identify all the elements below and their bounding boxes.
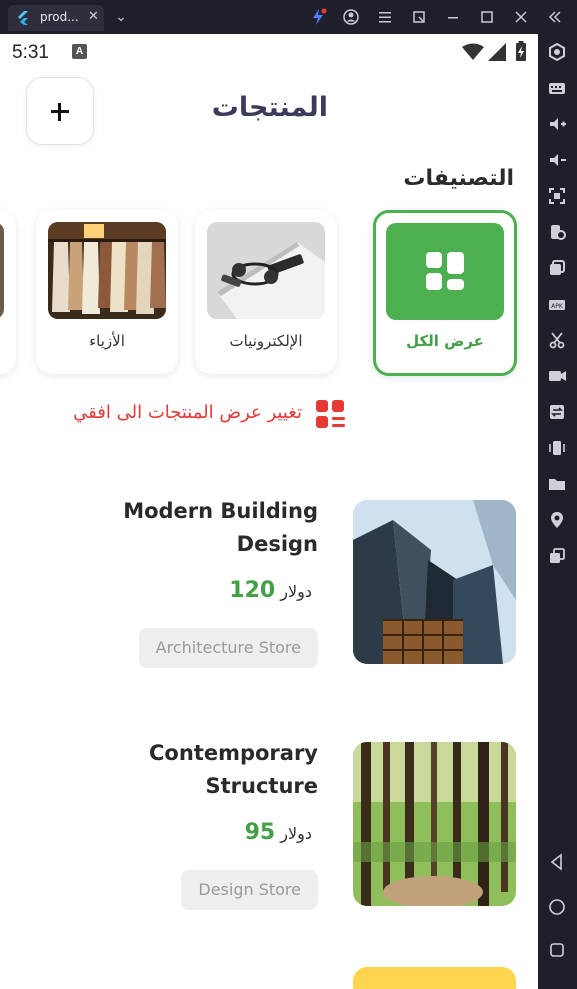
product-currency: دولار bbox=[280, 582, 312, 601]
close-icon[interactable] bbox=[512, 8, 530, 26]
tab-dropdown-icon[interactable]: ⌄ bbox=[112, 8, 130, 26]
sync-icon[interactable] bbox=[547, 402, 567, 422]
product-price-row: دولار 95 bbox=[245, 820, 318, 845]
minimize-icon[interactable] bbox=[444, 8, 462, 26]
grid-list-icon[interactable] bbox=[316, 400, 345, 430]
settings-hex-icon[interactable] bbox=[547, 42, 567, 62]
category-fashion[interactable]: الأزياء bbox=[36, 210, 178, 374]
screenshot-icon[interactable] bbox=[547, 186, 567, 206]
view-toggle-text[interactable]: تغيير عرض المنتجات الى افقي bbox=[73, 402, 302, 423]
status-time: 5:31 bbox=[12, 42, 49, 63]
fashion-image bbox=[48, 222, 166, 319]
flutter-icon bbox=[18, 11, 28, 25]
keyboard-icon[interactable] bbox=[547, 78, 567, 98]
product-card[interactable]: Modern Building Design دولار 120 Archite… bbox=[0, 499, 538, 668]
tab-title: prod... bbox=[40, 10, 79, 24]
multi-instance-icon[interactable] bbox=[547, 258, 567, 278]
category-all[interactable]: عرض الكل bbox=[373, 210, 517, 376]
account-icon[interactable] bbox=[342, 8, 360, 26]
menu-icon[interactable] bbox=[376, 8, 394, 26]
forest-image bbox=[353, 742, 516, 906]
apk-install-icon[interactable]: APK bbox=[547, 294, 567, 314]
notification-badge: A bbox=[72, 44, 87, 59]
shake-icon[interactable] bbox=[547, 438, 567, 458]
emulator-title-bar: prod... ✕ ⌄ bbox=[0, 0, 577, 34]
bolt-icon[interactable] bbox=[309, 8, 327, 26]
layers-icon[interactable] bbox=[547, 546, 567, 566]
category-electronics[interactable]: الإلكترونيات bbox=[195, 210, 337, 374]
scissors-icon[interactable] bbox=[547, 330, 567, 350]
status-bar: 5:31 A bbox=[0, 34, 538, 70]
product-card[interactable]: Contemporary Structure دولار 95 Design S… bbox=[0, 741, 538, 910]
svg-text:APK: APK bbox=[551, 303, 564, 310]
rotate-icon[interactable] bbox=[547, 222, 567, 242]
location-icon[interactable] bbox=[547, 510, 567, 530]
product-name: Contemporary Structure bbox=[149, 741, 318, 798]
tab-close-icon[interactable]: ✕ bbox=[88, 9, 99, 24]
collapse-icon[interactable] bbox=[546, 8, 564, 26]
product-price: 120 bbox=[229, 578, 276, 603]
grid-icon-tile bbox=[386, 223, 504, 320]
product-currency: دولار bbox=[280, 824, 312, 843]
store-chip[interactable]: Architecture Store bbox=[138, 628, 318, 668]
product-image-partial bbox=[353, 967, 516, 989]
home-icon[interactable] bbox=[547, 897, 567, 917]
wifi-icon bbox=[462, 43, 484, 60]
volume-down-icon[interactable] bbox=[547, 150, 567, 170]
restore-icon[interactable] bbox=[410, 8, 428, 26]
page-title: المنتجات bbox=[211, 92, 328, 123]
battery-icon bbox=[516, 41, 526, 61]
skyscrapers-image bbox=[353, 500, 516, 664]
electronics-image bbox=[207, 222, 325, 319]
add-product-button[interactable] bbox=[26, 77, 94, 145]
product-price: 95 bbox=[244, 820, 276, 845]
product-price-row: دولار 120 bbox=[229, 578, 318, 603]
volume-up-icon[interactable] bbox=[547, 114, 567, 134]
store-chip[interactable]: Design Store bbox=[181, 870, 318, 910]
category-label-electronics: الإلكترونيات bbox=[229, 332, 303, 350]
signal-icon bbox=[488, 43, 506, 61]
recents-icon[interactable] bbox=[547, 940, 567, 960]
product-name: Modern Building Design bbox=[123, 499, 318, 556]
back-icon[interactable] bbox=[547, 852, 567, 872]
grid-icon bbox=[426, 252, 464, 290]
category-label-fashion: الأزياء bbox=[89, 332, 125, 350]
emulator-side-toolbar: APK bbox=[538, 34, 577, 989]
category-card-partial[interactable] bbox=[0, 210, 16, 374]
phone-screen: 5:31 A المنتجات التصنيفات عرض الكل الإلك… bbox=[0, 34, 538, 989]
category-image-partial bbox=[0, 222, 4, 319]
folder-icon[interactable] bbox=[547, 474, 567, 494]
categories-title: التصنيفات bbox=[403, 166, 514, 191]
app-tab[interactable]: prod... ✕ bbox=[8, 5, 104, 31]
record-video-icon[interactable] bbox=[547, 366, 567, 386]
maximize-icon[interactable] bbox=[478, 8, 496, 26]
category-label-all: عرض الكل bbox=[406, 332, 484, 350]
